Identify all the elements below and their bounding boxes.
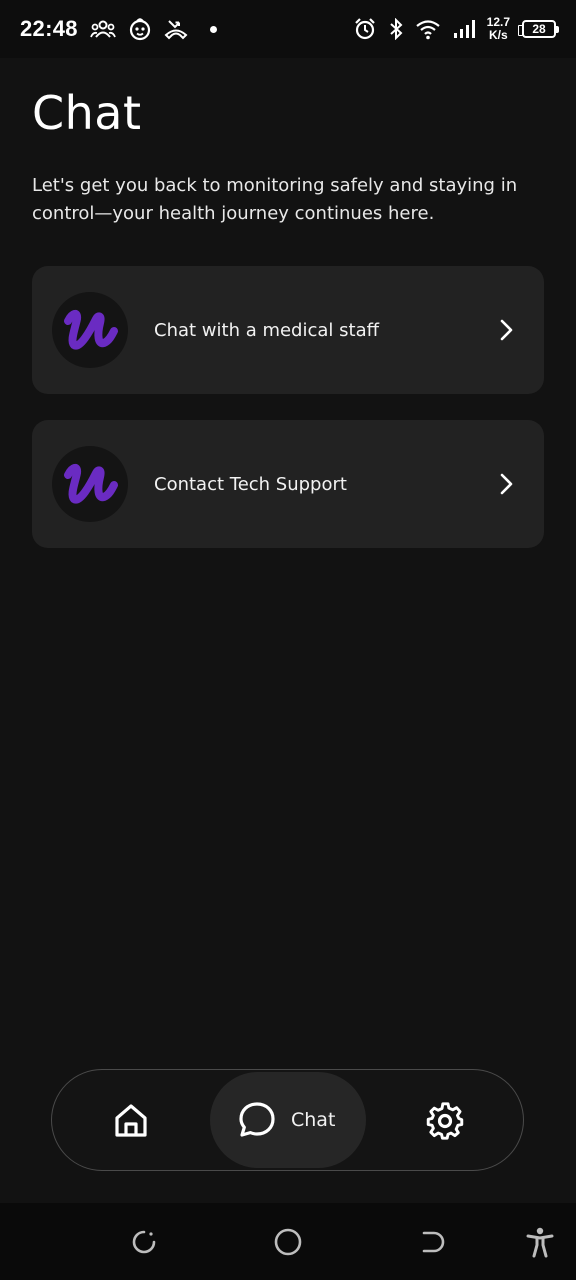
back-icon [422, 1231, 445, 1253]
alarm-icon [353, 17, 377, 41]
baby-face-icon [128, 17, 152, 41]
battery-indicator: 28 [518, 20, 559, 38]
nav-chat-label: Chat [291, 1109, 336, 1131]
net-speed-value: 12.7 [486, 15, 510, 29]
recent-apps-icon [132, 1230, 156, 1254]
system-nav-bar [0, 1203, 576, 1280]
chat-bubble-icon [239, 1102, 275, 1137]
notification-dot [209, 25, 217, 33]
page-title: Chat [32, 86, 142, 140]
u-logo-icon [52, 292, 128, 368]
contact-tech-support-label: Contact Tech Support [154, 473, 347, 495]
nav-chat-button[interactable]: Chat [210, 1072, 366, 1168]
missed-call-icon [164, 18, 188, 40]
bluetooth-icon [389, 18, 403, 40]
chevron-right-icon [496, 472, 516, 496]
chevron-right-icon [496, 318, 516, 342]
home-icon [115, 1104, 147, 1137]
gear-icon [426, 1102, 464, 1140]
recent-apps-button[interactable] [129, 1227, 159, 1257]
group-icon [89, 19, 116, 39]
accessibility-button[interactable] [525, 1227, 555, 1258]
chat-medical-staff-card[interactable]: Chat with a medical staff [32, 266, 544, 394]
nav-settings-button[interactable] [424, 1100, 466, 1142]
bottom-nav: Chat [51, 1069, 524, 1171]
net-speed-unit: K/s [488, 28, 508, 42]
back-button[interactable] [417, 1227, 447, 1257]
signal-icon [453, 19, 475, 39]
chat-medical-staff-label: Chat with a medical staff [154, 319, 379, 341]
status-time: 22:48 [20, 16, 78, 41]
status-bar: 22:48 12.7 K/s 28 [0, 0, 576, 58]
accessibility-icon [526, 1227, 554, 1258]
u-logo-icon [52, 446, 128, 522]
wifi-icon [415, 18, 441, 40]
page-subtitle: Let's get you back to monitoring safely … [32, 175, 518, 224]
home-system-button[interactable] [273, 1227, 303, 1257]
circle-home-icon [274, 1228, 302, 1256]
contact-tech-support-card[interactable]: Contact Tech Support [32, 420, 544, 548]
nav-home-button[interactable] [110, 1100, 152, 1142]
network-speed: 12.7 K/s [487, 16, 510, 42]
